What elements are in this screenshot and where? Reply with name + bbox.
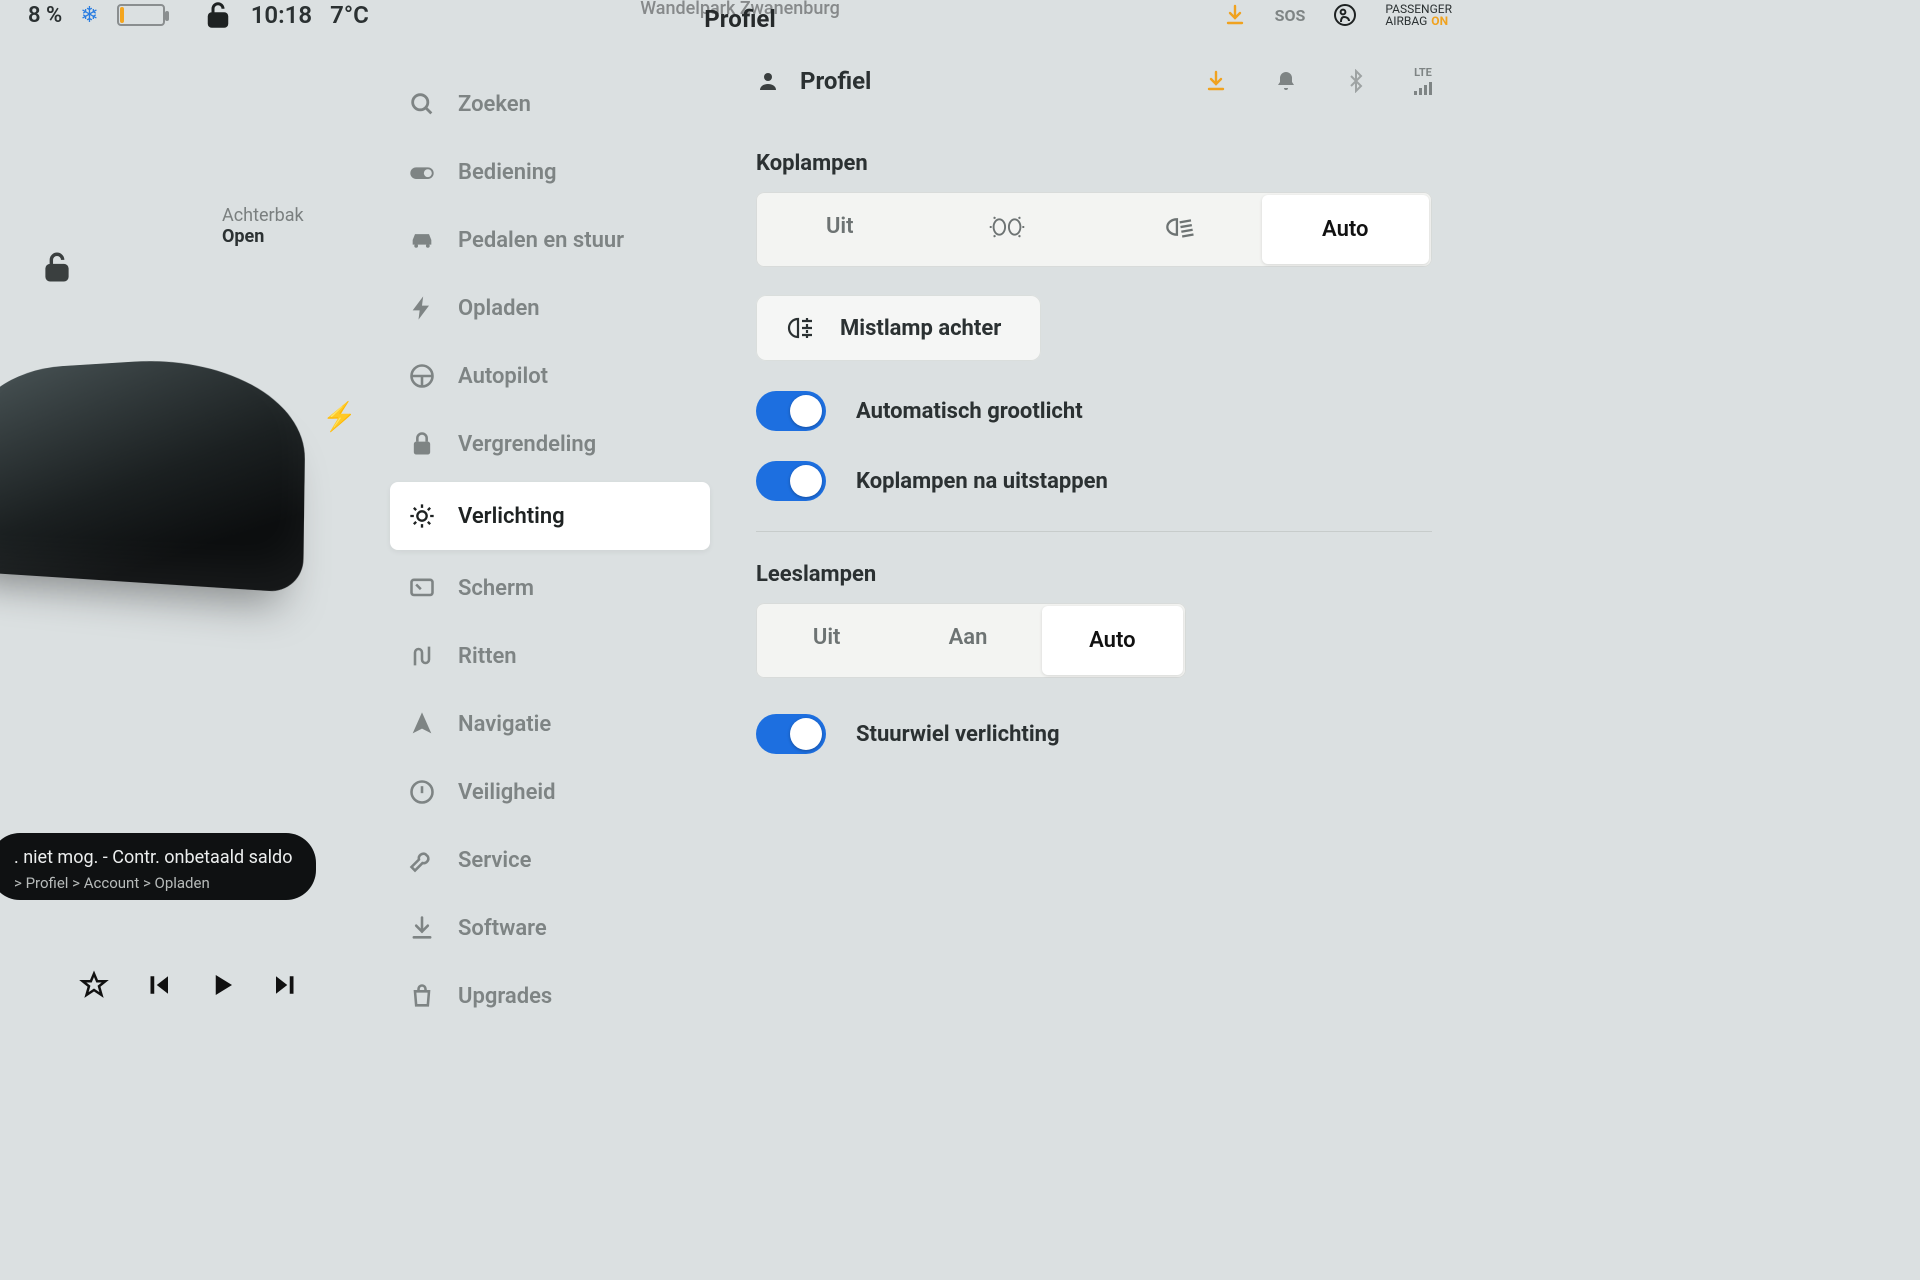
download-icon[interactable]	[1223, 3, 1247, 27]
unlock-icon[interactable]	[203, 0, 233, 30]
steering-light-label: Stuurwiel verlichting	[856, 722, 1060, 747]
wrench-icon	[408, 846, 436, 874]
fog-light-icon	[780, 315, 814, 341]
reading-lights-title: Leeslampen	[756, 562, 1432, 587]
settings-content: Profiel LTE Koplampen Uit	[720, 30, 1480, 1030]
headlights-off[interactable]: Uit	[756, 192, 924, 267]
auto-high-beam-toggle[interactable]	[756, 391, 826, 431]
menu-pedalen[interactable]: Pedalen en stuur	[380, 206, 720, 274]
bag-icon	[408, 982, 436, 1010]
sos-button[interactable]: SOS	[1275, 6, 1306, 25]
car-model	[0, 351, 306, 593]
fog-rear-button[interactable]: Mistlamp achter	[756, 295, 1041, 361]
reading-off[interactable]: Uit	[756, 603, 897, 678]
menu-ritten[interactable]: Ritten	[380, 622, 720, 690]
menu-veiligheid[interactable]: Veiligheid	[380, 758, 720, 826]
menu-navigatie[interactable]: Navigatie	[380, 690, 720, 758]
bolt-icon	[408, 294, 436, 322]
play-icon[interactable]	[207, 970, 237, 1000]
display-icon	[408, 574, 436, 602]
status-bar: 8 % ❄ 10:18 7°C Wandelpark Zwanenburg Pr…	[0, 0, 1480, 30]
steering-wheel-icon	[408, 362, 436, 390]
search-icon	[408, 90, 436, 118]
menu-software[interactable]: Software	[380, 894, 720, 962]
headlights-after-exit-label: Koplampen na uitstappen	[856, 469, 1108, 494]
bluetooth-icon[interactable]	[1344, 69, 1368, 93]
bell-icon[interactable]	[1274, 69, 1298, 93]
profile-button[interactable]: Profiel	[756, 67, 871, 95]
headlights-selector: Uit Auto	[756, 192, 1432, 267]
menu-upgrades[interactable]: Upgrades	[380, 962, 720, 1030]
next-track-icon[interactable]	[271, 970, 301, 1000]
toast-message: . niet mog. - Contr. onbetaald saldo	[14, 847, 292, 868]
trunk-status[interactable]: Achterbak Open	[222, 205, 304, 247]
unlock-icon[interactable]	[40, 250, 74, 284]
charge-bolt-icon: ⚡	[322, 400, 357, 433]
menu-verlichting[interactable]: Verlichting	[390, 482, 710, 550]
menu-vergrendeling[interactable]: Vergrendeling	[380, 410, 720, 478]
reading-lights-selector: Uit Aan Auto	[756, 603, 1186, 678]
temperature: 7°C	[330, 1, 369, 29]
menu-scherm[interactable]: Scherm	[380, 554, 720, 622]
alert-icon	[408, 778, 436, 806]
airbag-icon	[1333, 3, 1357, 27]
location-label: Wandelpark Zwanenburg	[640, 0, 840, 19]
navigation-icon	[408, 710, 436, 738]
search-row[interactable]: Zoeken	[380, 70, 720, 138]
headlights-low-beam[interactable]	[1091, 192, 1259, 267]
toast-breadcrumb: > Profiel > Account > Opladen	[14, 874, 292, 892]
car-visualization-panel: Achterbak Open ⚡ . niet mog. - Contr. on…	[0, 30, 380, 1030]
route-icon	[408, 642, 436, 670]
headlights-after-exit-toggle[interactable]	[756, 461, 826, 501]
auto-high-beam-label: Automatisch grootlicht	[856, 399, 1083, 424]
divider	[756, 531, 1432, 532]
reading-auto[interactable]: Auto	[1042, 606, 1183, 675]
notification-toast[interactable]: . niet mog. - Contr. onbetaald saldo > P…	[0, 833, 316, 900]
download-icon	[408, 914, 436, 942]
download-icon[interactable]	[1204, 69, 1228, 93]
menu-bediening[interactable]: Bediening	[380, 138, 720, 206]
headlights-title: Koplampen	[756, 151, 1432, 176]
light-icon	[408, 502, 436, 530]
lock-icon	[408, 430, 436, 458]
battery-percentage: 8 %	[28, 3, 62, 28]
menu-opladen[interactable]: Opladen	[380, 274, 720, 342]
steering-light-toggle[interactable]	[756, 714, 826, 754]
snowflake-icon: ❄	[80, 3, 98, 28]
headlights-auto[interactable]: Auto	[1262, 195, 1430, 264]
media-controls	[0, 970, 380, 1000]
menu-service[interactable]: Service	[380, 826, 720, 894]
clock: 10:18	[251, 1, 312, 29]
previous-track-icon[interactable]	[143, 970, 173, 1000]
reading-on[interactable]: Aan	[897, 603, 1038, 678]
menu-autopilot[interactable]: Autopilot	[380, 342, 720, 410]
toggle-icon	[408, 158, 436, 186]
car-icon	[408, 226, 436, 254]
signal-indicator: LTE	[1414, 66, 1432, 95]
user-icon	[756, 69, 780, 93]
battery-icon	[117, 4, 165, 26]
settings-menu: Zoeken Bediening Pedalen en stuur Oplade…	[380, 30, 720, 1030]
airbag-status: PASSENGER AIRBAGON	[1385, 3, 1452, 27]
headlights-parking[interactable]	[924, 192, 1092, 267]
favorite-icon[interactable]	[79, 970, 109, 1000]
